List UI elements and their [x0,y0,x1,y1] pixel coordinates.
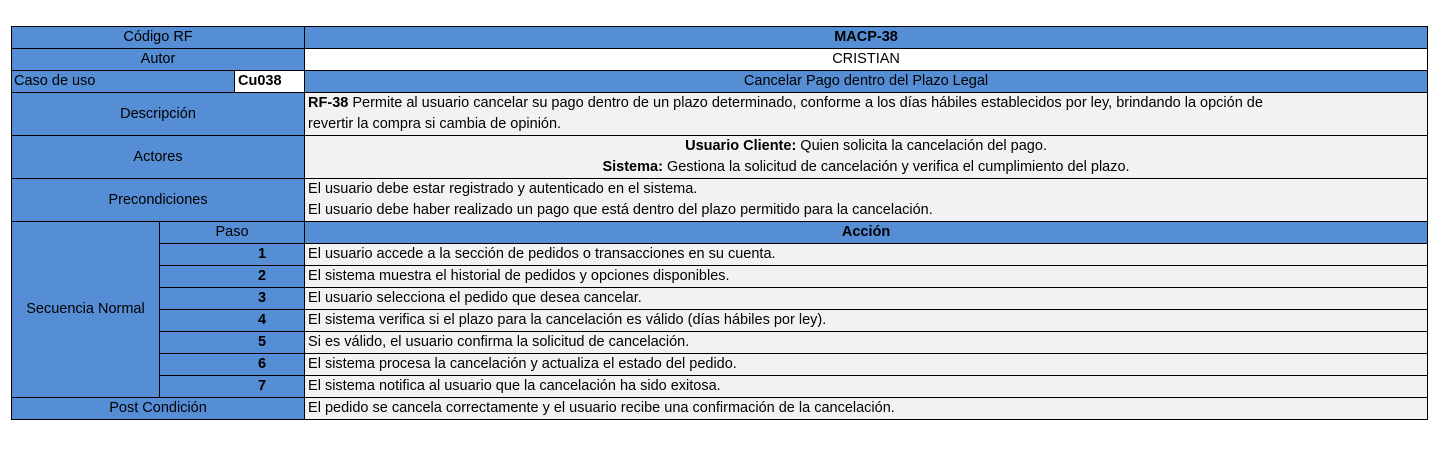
post-label: Post Condición [10,397,306,420]
codigo-value: MACP-38 [304,26,1429,49]
post-row: Post Condición El pedido se cancela corr… [10,397,1429,420]
autor-row: Autor CRISTIAN [10,48,1429,71]
codigo-row: Código RF MACP-38 [10,26,1429,49]
actores-text: Usuario Cliente: Quien solicita la cance… [304,135,1429,179]
step-row: 7 El sistema notifica al usuario que la … [12,375,1429,398]
descripcion-label: Descripción [10,92,306,136]
descripcion-text: RF-38 Permite al usuario cancelar su pag… [304,92,1429,136]
autor-label: Autor [10,48,306,71]
step-row: 1 El usuario accede a la sección de pedi… [12,243,1429,266]
step-row: 5 Si es válido, el usuario confirma la s… [12,331,1429,354]
step-number: 6 [158,353,306,376]
step-text: El sistema muestra el historial de pedid… [304,265,1429,288]
descripcion-line-1-text: Permite al usuario cancelar su pago dent… [348,95,1263,111]
precondicion-2: El usuario debe haber realizado un pago … [308,202,933,218]
actor-cliente-desc: Quien solicita la cancelación del pago. [796,138,1047,154]
step-text: El sistema verifica si el plazo para la … [304,309,1429,332]
step-text: El sistema notifica al usuario que la ca… [304,375,1429,398]
step-text: El sistema procesa la cancelación y actu… [304,353,1429,376]
actor-cliente-name: Usuario Cliente: [685,138,797,154]
actores-label: Actores [10,135,306,179]
actor-sistema-name: Sistema: [602,159,663,175]
precondiciones-label: Precondiciones [10,178,306,222]
step-row: 3 El usuario selecciona el pedido que de… [12,287,1429,310]
caso-label: Caso de uso [11,70,235,93]
actor-cliente: Usuario Cliente: Quien solicita la cance… [309,137,1423,158]
caso-code: Cu038 [233,70,306,93]
caso-row: Caso de uso Cu038 Cancelar Pago dentro d… [11,70,1429,93]
actores-row: Actores Usuario Cliente: Quien solicita … [10,135,1429,179]
step-row: 6 El sistema procesa la cancelación y ac… [12,353,1429,376]
precondicion-1: El usuario debe estar registrado y auten… [308,181,698,197]
precondiciones-text: El usuario debe estar registrado y auten… [304,178,1429,222]
caso-value: Cancelar Pago dentro del Plazo Legal [304,70,1429,93]
secuencia-label: Secuencia Normal [11,221,160,398]
descripcion-line-2: revertir la compra si cambia de opinión. [308,116,562,132]
step-number: 4 [158,309,306,332]
descripcion-line-1: RF-38 Permite al usuario cancelar su pag… [308,94,1423,115]
step-row: 2 El sistema muestra el historial de ped… [12,265,1429,288]
step-number: 7 [158,375,306,398]
step-text: El usuario selecciona el pedido que dese… [304,287,1429,310]
accion-header: Acción [304,221,1429,244]
secuencia-header-row: Secuencia Normal Paso Acción [11,221,1429,398]
paso-header: Paso [158,221,306,244]
codigo-label: Código RF [10,26,306,49]
step-text: El usuario accede a la sección de pedido… [304,243,1429,266]
actor-sistema: Sistema: Gestiona la solicitud de cancel… [309,157,1423,178]
descripcion-code: RF-38 [308,95,349,111]
actor-sistema-desc: Gestiona la solicitud de cancelación y v… [662,159,1130,175]
step-text: Si es válido, el usuario confirma la sol… [304,331,1429,354]
precondiciones-row: Precondiciones El usuario debe estar reg… [10,178,1429,222]
post-text: El pedido se cancela correctamente y el … [304,397,1429,420]
step-row: 4 El sistema verifica si el plazo para l… [12,309,1429,332]
descripcion-row: Descripción RF-38 Permite al usuario can… [10,92,1429,136]
step-number: 5 [158,331,306,354]
step-number: 2 [158,265,306,288]
step-number: 1 [158,243,306,266]
step-number: 3 [158,287,306,310]
use-case-table: Código RF MACP-38 Autor CRISTIAN Caso de… [10,26,1429,420]
autor-value: CRISTIAN [304,48,1429,71]
